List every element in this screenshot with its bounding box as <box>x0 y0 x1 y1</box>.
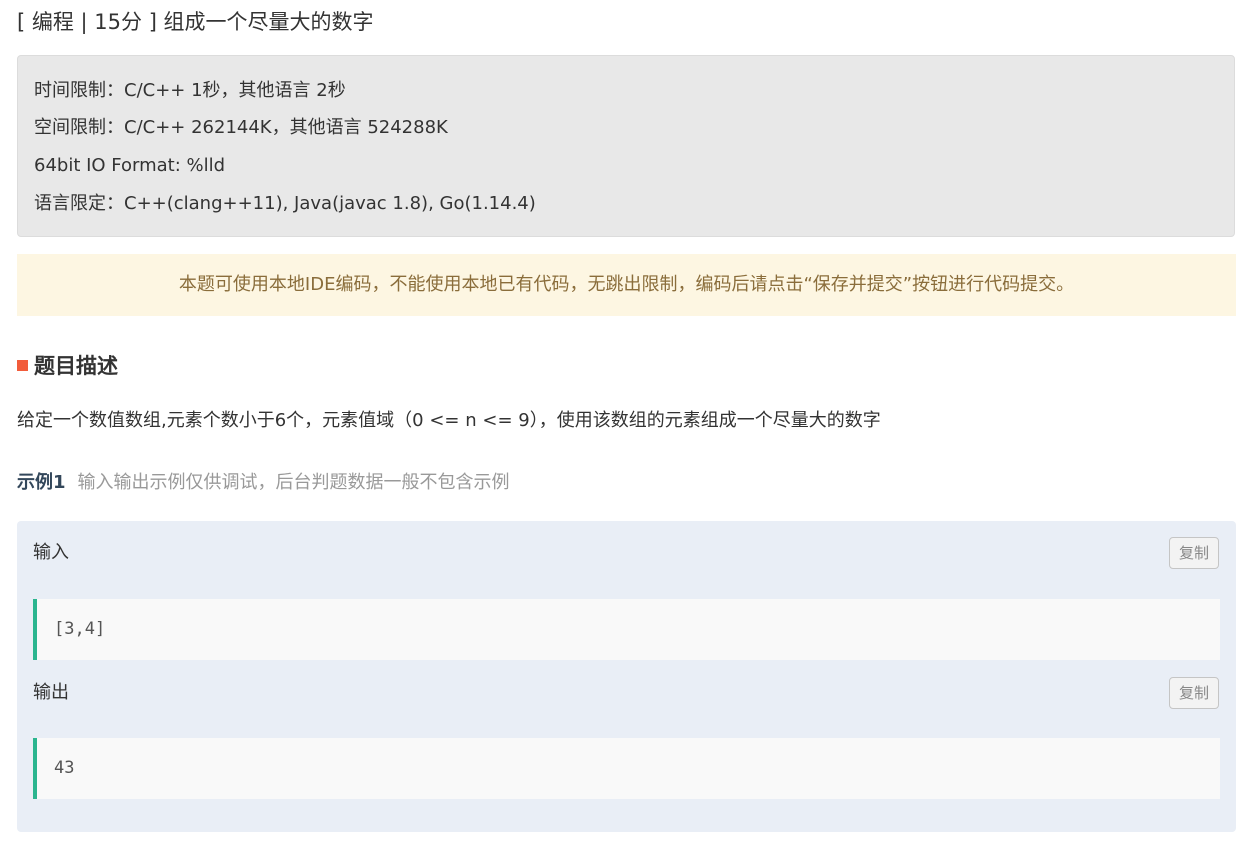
ide-notice: 本题可使用本地IDE编码，不能使用本地已有代码，无跳出限制，编码后请点击“保存并… <box>17 254 1236 316</box>
example-panel: 输入 复制 [3,4] 输出 复制 43 <box>17 521 1236 832</box>
language-limit: 语言限定：C++(clang++11), Java(javac 1.8), Go… <box>34 193 536 214</box>
example-note: 输入输出示例仅供调试，后台判题数据一般不包含示例 <box>77 472 510 493</box>
output-label: 输出 <box>33 682 69 703</box>
space-limit: 空间限制：C/C++ 262144K，其他语言 524288K <box>34 117 448 138</box>
time-limit: 时间限制：C/C++ 1秒，其他语言 2秒 <box>34 80 346 101</box>
output-code-block[interactable]: 43 <box>33 738 1220 799</box>
description-heading: 题目描述 <box>17 350 118 380</box>
problem-description: 给定一个数值数组,元素个数小于6个，元素值域（0 <= n <= 9），使用该数… <box>17 410 881 431</box>
copy-input-button[interactable]: 复制 <box>1169 537 1219 569</box>
limits-panel: 时间限制：C/C++ 1秒，其他语言 2秒 空间限制：C/C++ 262144K… <box>17 55 1235 237</box>
example-header: 示例1 输入输出示例仅供调试，后台判题数据一般不包含示例 <box>17 470 510 496</box>
section-bullet-icon <box>17 359 28 371</box>
description-heading-label: 题目描述 <box>34 354 118 378</box>
input-label: 输入 <box>33 542 69 563</box>
copy-output-button[interactable]: 复制 <box>1169 677 1219 709</box>
example-title: 示例1 <box>17 472 66 493</box>
page-title: [ 编程 | 15分 ] 组成一个尽量大的数字 <box>17 10 374 34</box>
input-code-block[interactable]: [3,4] <box>33 599 1220 660</box>
io-format: 64bit IO Format: %lld <box>34 155 226 176</box>
